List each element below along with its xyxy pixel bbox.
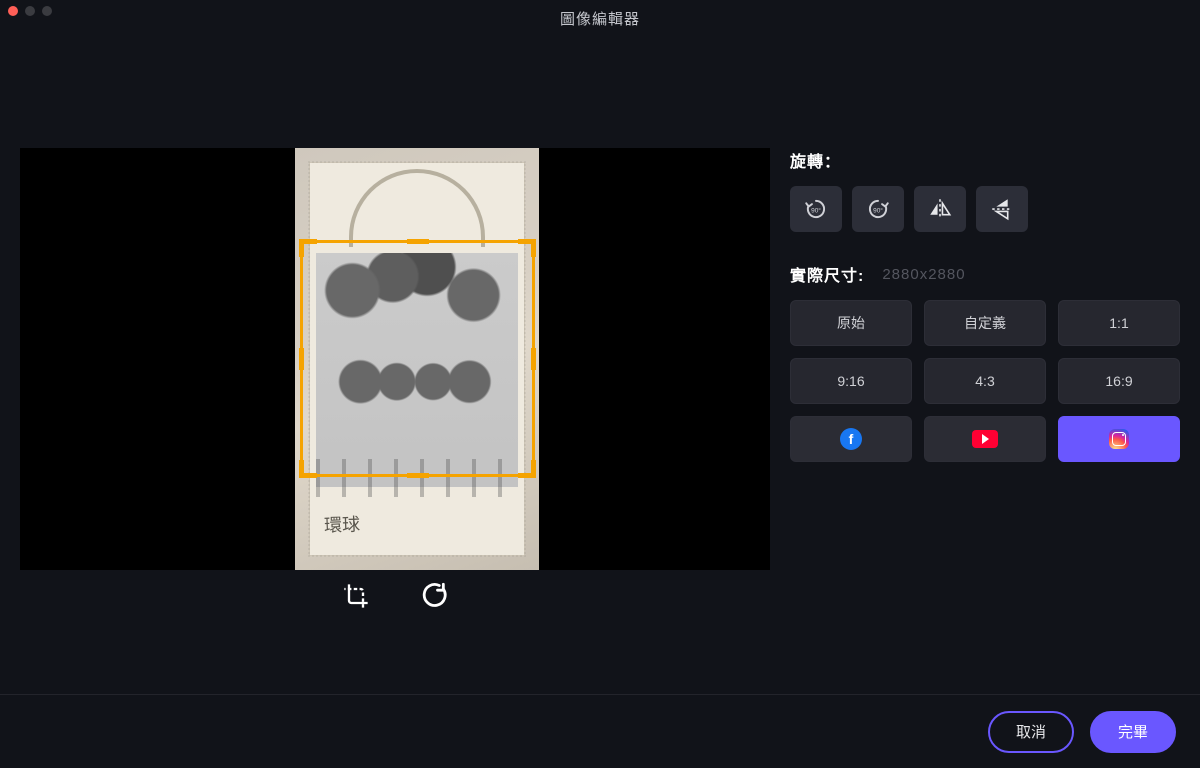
crop-handle-bottom[interactable]: [407, 473, 429, 478]
actual-size-value: 2880x2880: [882, 266, 965, 283]
flip-vertical-button[interactable]: [976, 186, 1028, 232]
crop-handle-left[interactable]: [299, 348, 304, 370]
flip-horizontal-icon: [927, 196, 953, 222]
ratio-original-button[interactable]: 原始: [790, 300, 912, 346]
footer-bar: 取消 完畢: [0, 694, 1200, 768]
reset-button[interactable]: [420, 582, 448, 610]
svg-text:90°: 90°: [873, 206, 883, 214]
crop-handle-top[interactable]: [407, 239, 429, 244]
flip-vertical-icon: [989, 196, 1015, 222]
ratio-4-3-button[interactable]: 4:3: [924, 358, 1046, 404]
crop-handle-top-right[interactable]: [518, 239, 536, 257]
ratio-9-16-button[interactable]: 9:16: [790, 358, 912, 404]
image-watermark: 環球: [324, 510, 361, 537]
rotate-cw-icon: 90°: [865, 196, 891, 222]
rotate-ccw-button[interactable]: 90°: [790, 186, 842, 232]
facebook-icon: f: [840, 428, 862, 450]
ratio-1-1-button[interactable]: 1:1: [1058, 300, 1180, 346]
rotate-ccw-icon: 90°: [803, 196, 829, 222]
ratio-youtube-button[interactable]: [924, 416, 1046, 462]
rotate-cw-button[interactable]: 90°: [852, 186, 904, 232]
ratio-instagram-button[interactable]: [1058, 416, 1180, 462]
crop-icon: [342, 582, 370, 610]
redo-icon: [420, 582, 448, 610]
ratio-facebook-button[interactable]: f: [790, 416, 912, 462]
instagram-icon: [1109, 429, 1129, 449]
preview-column: 環球: [20, 148, 770, 610]
ratio-custom-button[interactable]: 自定義: [924, 300, 1046, 346]
app-title: 圖像編輯器: [0, 8, 1200, 29]
actual-size-label: 實際尺寸:: [790, 262, 864, 286]
crop-handle-top-left[interactable]: [299, 239, 317, 257]
youtube-icon: [972, 430, 998, 448]
crop-selection[interactable]: [300, 240, 535, 477]
rotate-section-label: 旋轉：: [790, 148, 1180, 172]
done-button[interactable]: 完畢: [1090, 711, 1176, 753]
controls-column: 旋轉： 90° 90°: [790, 148, 1180, 610]
crop-tool-button[interactable]: [342, 582, 370, 610]
cancel-button[interactable]: 取消: [988, 711, 1074, 753]
image-canvas[interactable]: 環球: [20, 148, 770, 570]
crop-handle-right[interactable]: [531, 348, 536, 370]
flip-horizontal-button[interactable]: [914, 186, 966, 232]
titlebar: 圖像編輯器: [0, 0, 1200, 36]
crop-handle-bottom-right[interactable]: [518, 460, 536, 478]
aspect-ratio-grid: 原始 自定義 1:1 9:16 4:3 16:9 f: [790, 300, 1180, 462]
crop-handle-bottom-left[interactable]: [299, 460, 317, 478]
ratio-16-9-button[interactable]: 16:9: [1058, 358, 1180, 404]
svg-text:90°: 90°: [811, 206, 821, 214]
